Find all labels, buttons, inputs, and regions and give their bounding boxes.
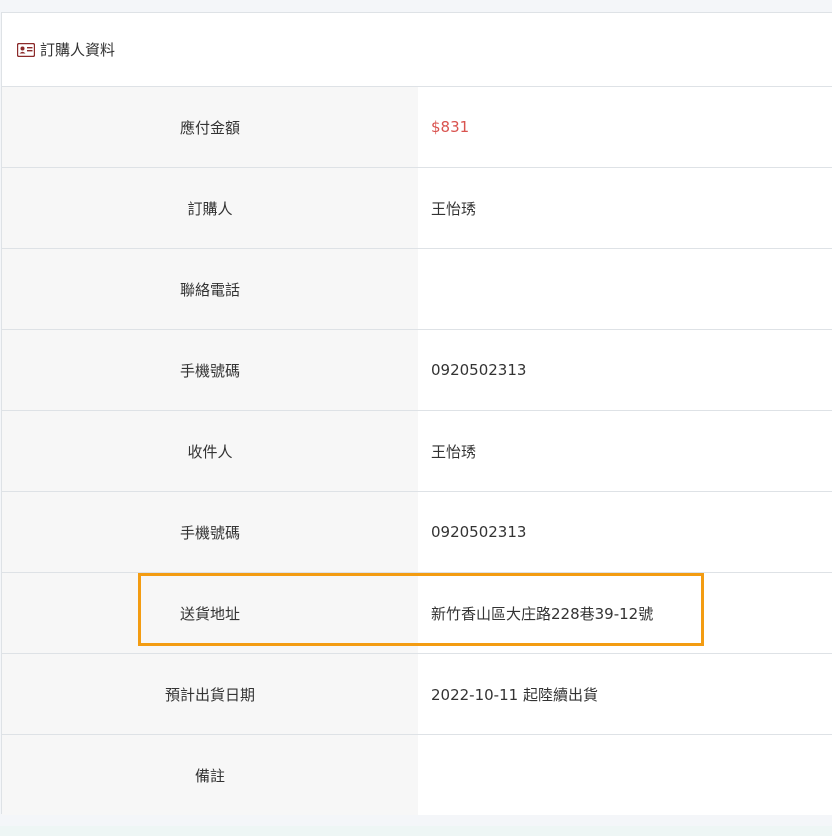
card-title: 訂購人資料 [40, 41, 116, 59]
table-row-recipient-mobile: 手機號碼 0920502313 [2, 492, 832, 573]
contact-phone-value [418, 249, 832, 329]
table-row-remarks: 備註 [2, 735, 832, 815]
orderer-value: 王怡琇 [418, 168, 832, 248]
row-label: 手機號碼 [2, 330, 418, 410]
bottom-strip [0, 826, 832, 836]
table-row-orderer: 訂購人 王怡琇 [2, 168, 832, 249]
card-header: 訂購人資料 [2, 13, 832, 87]
orderer-mobile-value: 0920502313 [418, 330, 832, 410]
table-row-shipping-address: 送貨地址 新竹香山區大庄路228巷39-12號 [2, 573, 832, 654]
table-row-contact-phone: 聯絡電話 [2, 249, 832, 330]
row-label: 訂購人 [2, 168, 418, 248]
table-row-orderer-mobile: 手機號碼 0920502313 [2, 330, 832, 411]
row-label: 預計出貨日期 [2, 654, 418, 734]
table-row-recipient: 收件人 王怡琇 [2, 411, 832, 492]
table-row-amount-due: 應付金額 $831 [2, 87, 832, 168]
orderer-info-card: 訂購人資料 應付金額 $831 訂購人 王怡琇 聯絡電話 手機號碼 092050… [1, 12, 832, 815]
remarks-value [418, 735, 832, 815]
row-label: 送貨地址 [2, 573, 418, 653]
id-card-icon [16, 42, 36, 57]
row-label: 聯絡電話 [2, 249, 418, 329]
row-label: 應付金額 [2, 87, 418, 167]
row-label: 收件人 [2, 411, 418, 491]
row-label: 手機號碼 [2, 492, 418, 572]
row-label: 備註 [2, 735, 418, 815]
recipient-value: 王怡琇 [418, 411, 832, 491]
info-table: 應付金額 $831 訂購人 王怡琇 聯絡電話 手機號碼 0920502313 收… [2, 87, 832, 815]
shipping-address-value: 新竹香山區大庄路228巷39-12號 [418, 573, 832, 653]
estimated-ship-date-value: 2022-10-11 起陸續出貨 [418, 654, 832, 734]
table-row-estimated-ship-date: 預計出貨日期 2022-10-11 起陸續出貨 [2, 654, 832, 735]
amount-due-value: $831 [418, 87, 832, 167]
recipient-mobile-value: 0920502313 [418, 492, 832, 572]
